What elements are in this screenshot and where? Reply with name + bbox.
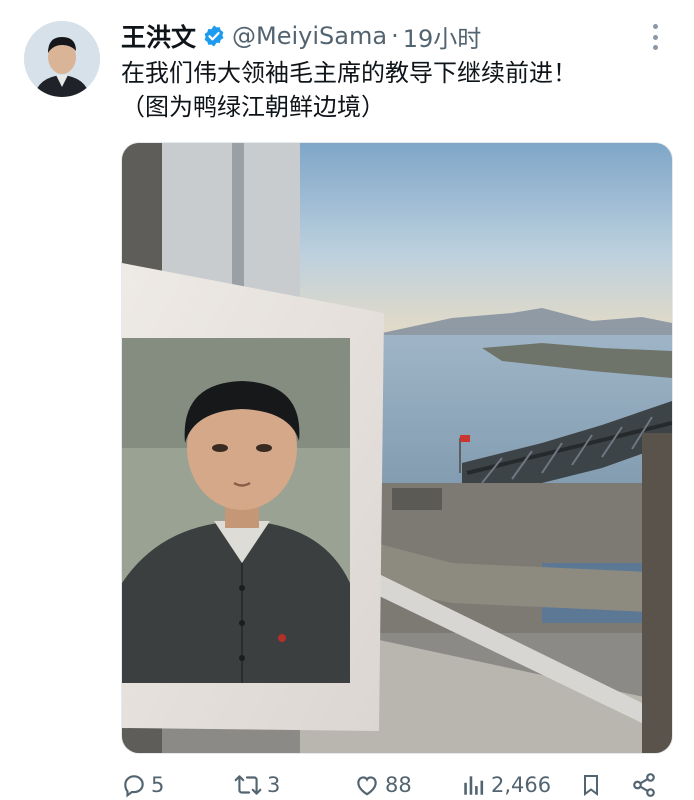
tweet-header: 王洪文 @MeiyiSama · 19小时 [121,18,481,54]
bookmark-button[interactable] [579,770,603,800]
bookmark-icon [579,772,603,798]
heart-icon [353,772,381,798]
tweet-photo[interactable] [121,142,673,754]
like-button[interactable]: 88 [353,770,412,800]
views-button[interactable]: 2,466 [461,770,551,800]
avatar[interactable] [24,21,100,97]
views-count: 2,466 [491,773,552,797]
retweet-count: 3 [267,773,281,797]
reply-button[interactable]: 5 [121,770,164,800]
share-icon [631,772,657,798]
retweet-button[interactable]: 3 [233,770,280,800]
separator-dot: · [391,22,399,50]
reply-icon [121,772,147,798]
analytics-icon [461,772,487,798]
tweet-text: 在我们伟大领袖毛主席的教导下继续前进！ （图为鸭绿江朝鲜边境） [121,59,577,121]
author-name[interactable]: 王洪文 [121,18,196,54]
verified-badge-icon [202,24,226,48]
more-options-icon[interactable] [646,24,664,50]
retweet-icon [233,772,263,798]
timestamp[interactable]: 19小时 [403,19,482,54]
like-count: 88 [385,773,412,797]
tweet-actions: 5 3 88 2,466 [121,770,681,800]
share-button[interactable] [631,770,657,800]
avatar-image [24,21,100,97]
photo-image [122,143,672,753]
author-handle[interactable]: @MeiyiSama [232,22,387,50]
reply-count: 5 [151,773,165,797]
